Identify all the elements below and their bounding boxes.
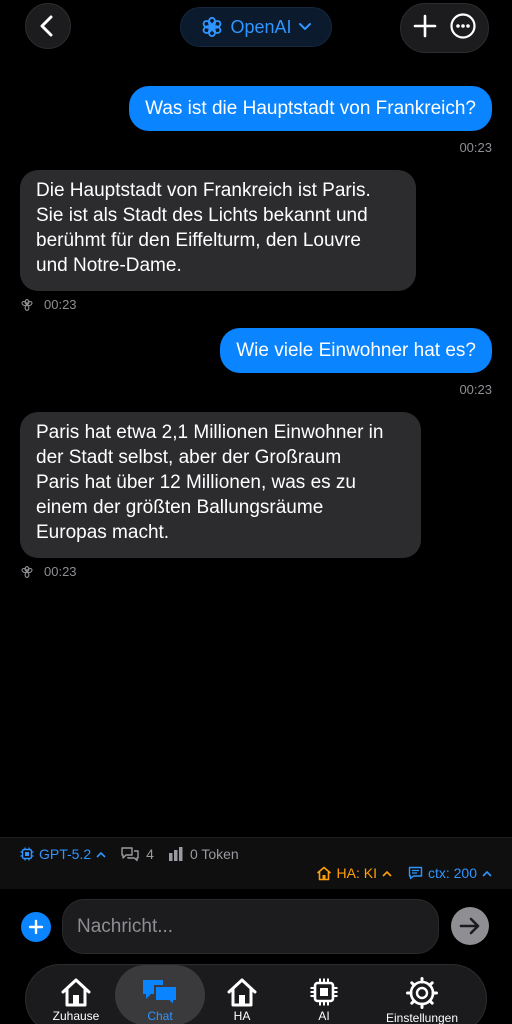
ha-selector[interactable]: HA: KI xyxy=(316,865,392,881)
provider-label: OpenAI xyxy=(230,16,292,37)
message-line: Paris hat etwa 2,1 Millionen Einwohner i… xyxy=(36,422,384,443)
message-line: Europas macht. xyxy=(36,522,170,543)
user-message-bubble: Wie viele Einwohner hat es? xyxy=(220,328,492,373)
message-text: Wie viele Einwohner hat es? xyxy=(236,340,476,361)
tab-ha[interactable]: HA xyxy=(196,965,288,1024)
message-text: Was ist die Hauptstadt von Frankreich? xyxy=(145,98,476,119)
openai-logo-icon xyxy=(21,298,33,311)
message-line: der Stadt selbst, aber der Großraum xyxy=(36,447,342,468)
header-actions xyxy=(400,3,489,53)
message-line: Die Hauptstadt von Frankreich ist Paris. xyxy=(36,180,371,201)
plus-icon xyxy=(28,919,44,935)
openai-logo-icon xyxy=(203,16,222,38)
ellipsis-circle-icon xyxy=(450,12,476,39)
chevron-up-icon xyxy=(96,851,106,858)
tab-label: Einstellungen xyxy=(385,1011,459,1024)
tab-chat[interactable]: Chat xyxy=(115,965,205,1024)
tab-einstellungen[interactable]: Einstellungen xyxy=(376,965,468,1024)
conversations-count-value: 4 xyxy=(146,846,154,862)
new-chat-button[interactable] xyxy=(413,14,437,43)
chevron-down-icon xyxy=(298,23,311,30)
chevron-up-icon xyxy=(382,870,392,877)
home-icon xyxy=(61,978,91,1007)
token-count-value: 0 Token xyxy=(189,846,239,862)
status-row-top: GPT-5.2 4 0 Token xyxy=(20,846,239,862)
home-assistant-icon xyxy=(227,978,257,1007)
tab-label: AI xyxy=(318,1009,330,1023)
bar-chart-icon xyxy=(168,847,183,861)
tab-label: Zuhause xyxy=(52,1009,100,1023)
timestamp-text: 00:23 xyxy=(44,564,77,579)
context-label: ctx: 200 xyxy=(427,865,477,881)
message-line: Paris hat über 12 Millionen, was es zu xyxy=(36,472,356,493)
arrow-right-icon xyxy=(459,917,480,935)
ha-label: HA: KI xyxy=(336,865,377,881)
chip-icon xyxy=(310,978,338,1006)
message-line: berühmt für den Eiffelturm, den Louvre xyxy=(36,230,361,251)
add-attachment-button[interactable] xyxy=(21,912,51,942)
status-row-bottom: HA: KI ctx: 200 xyxy=(316,865,493,881)
assistant-timestamp: 00:23 xyxy=(20,297,77,312)
model-selector[interactable]: GPT-5.2 xyxy=(20,846,106,862)
message-text-icon xyxy=(408,866,423,880)
assistant-message-bubble: Die Hauptstadt von Frankreich ist Paris.… xyxy=(20,170,416,291)
openai-logo-icon xyxy=(21,565,33,578)
conversations-count: 4 xyxy=(120,846,154,862)
timestamp-text: 00:23 xyxy=(44,297,77,312)
tab-label: HA xyxy=(233,1009,251,1023)
status-bar: GPT-5.2 4 0 Token HA: KI ctx: 200 xyxy=(0,837,512,889)
more-options-button[interactable] xyxy=(450,12,476,44)
message-line: Sie ist als Stadt des Lichts bekannt und xyxy=(36,205,368,226)
home-icon xyxy=(316,866,331,880)
tab-label: Chat xyxy=(147,1009,173,1023)
message-input[interactable] xyxy=(62,899,439,954)
chevron-left-icon xyxy=(40,15,53,37)
chevron-up-icon xyxy=(482,870,492,877)
tab-ai[interactable]: AI xyxy=(278,965,370,1024)
assistant-message-bubble: Paris hat etwa 2,1 Millionen Einwohner i… xyxy=(20,412,421,558)
tab-zuhause[interactable]: Zuhause xyxy=(30,965,122,1024)
chat-icon xyxy=(143,980,178,1007)
send-button[interactable] xyxy=(451,907,489,945)
assistant-timestamp: 00:23 xyxy=(20,564,77,579)
message-line: und Notre-Dame. xyxy=(36,255,182,276)
tab-bar: Zuhause Chat HA AI Einstellungen xyxy=(25,964,487,1024)
plus-icon xyxy=(413,14,437,37)
model-label: GPT-5.2 xyxy=(39,846,92,862)
message-timestamp: 00:23 xyxy=(459,382,492,397)
chat-bubbles-icon xyxy=(121,847,139,862)
context-selector[interactable]: ctx: 200 xyxy=(408,865,492,881)
message-line: einem der größten Ballungsräume xyxy=(36,497,324,518)
token-count: 0 Token xyxy=(168,846,239,862)
provider-selector[interactable]: OpenAI xyxy=(180,7,332,47)
chip-icon xyxy=(20,847,34,861)
gear-icon xyxy=(406,977,438,1009)
back-button[interactable] xyxy=(25,3,71,49)
user-message-bubble: Was ist die Hauptstadt von Frankreich? xyxy=(129,86,492,131)
message-timestamp: 00:23 xyxy=(459,140,492,155)
